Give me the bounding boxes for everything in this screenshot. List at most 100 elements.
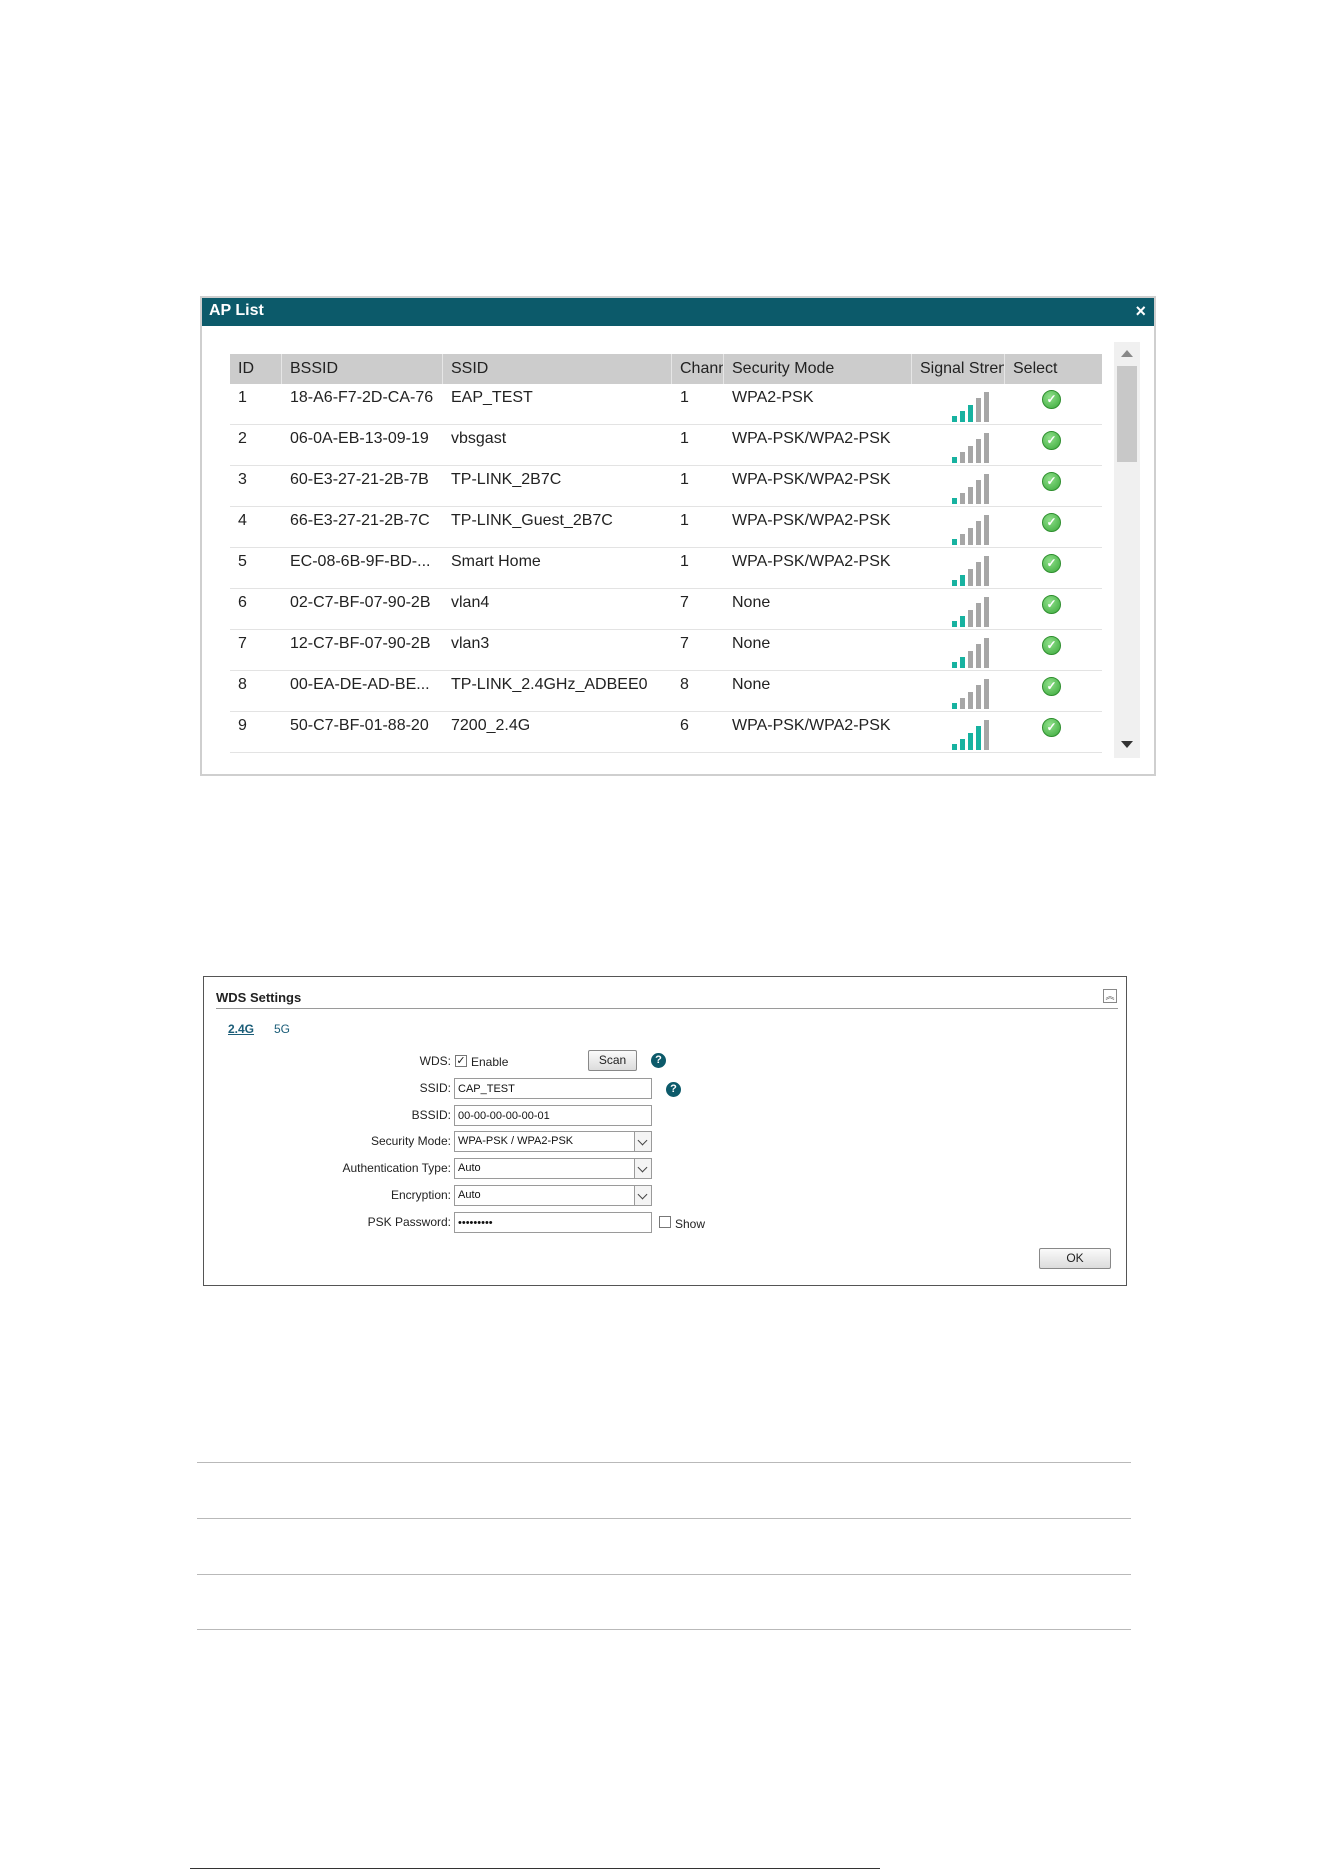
table-row[interactable]: 1 18-A6-F7-2D-CA-76 EAP_TEST 1 WPA2-PSK ✓ <box>230 384 1102 425</box>
table-row[interactable]: 6 02-C7-BF-07-90-2B vlan4 7 None ✓ <box>230 589 1102 630</box>
bssid-input[interactable] <box>454 1105 652 1126</box>
column-header-signal-strength[interactable]: Signal Stren <box>912 354 1005 384</box>
cell-id: 4 <box>238 512 247 529</box>
scroll-up-arrow-icon[interactable] <box>1121 350 1133 357</box>
cell-bssid: EC-08-6B-9F-BD-... <box>290 553 431 570</box>
table-row[interactable]: 9 50-C7-BF-01-88-20 7200_2.4G 6 WPA-PSK/WPA2… <box>230 712 1102 753</box>
cell-ssid: vlan4 <box>451 594 490 611</box>
show-password-checkbox[interactable] <box>659 1216 671 1228</box>
cell-security-mode: WPA-PSK/WPA2-PSK <box>732 430 891 447</box>
table-row[interactable]: 7 12-C7-BF-07-90-2B vlan3 7 None ✓ <box>230 630 1102 671</box>
column-header-select[interactable]: Select <box>1005 354 1102 384</box>
encryption-label: Encryption: <box>390 1188 451 1202</box>
cell-bssid: 50-C7-BF-01-88-20 <box>290 717 429 734</box>
check-circle-icon[interactable]: ✓ <box>1042 677 1061 696</box>
signal-bar <box>968 528 973 545</box>
signal-bar <box>984 392 989 422</box>
chevron-down-icon[interactable] <box>634 1159 651 1178</box>
signal-strength-icon <box>952 638 989 668</box>
scroll-down-arrow-icon[interactable] <box>1121 741 1133 748</box>
cell-security-mode: WPA-PSK/WPA2-PSK <box>732 471 891 488</box>
check-circle-icon[interactable]: ✓ <box>1042 513 1061 532</box>
wds-settings-title: WDS Settings <box>216 990 302 1005</box>
check-circle-icon[interactable]: ✓ <box>1042 431 1061 450</box>
signal-bar <box>968 733 973 750</box>
check-circle-icon[interactable]: ✓ <box>1042 636 1061 655</box>
encryption-select[interactable]: Auto <box>454 1185 652 1206</box>
column-header-channel[interactable]: Chann <box>672 354 724 384</box>
tab-5g[interactable]: 5G <box>274 1022 290 1036</box>
signal-bar <box>976 562 981 586</box>
cell-channel: 1 <box>680 430 689 447</box>
chevron-down-icon[interactable] <box>634 1132 651 1151</box>
help-icon[interactable]: ? <box>651 1053 666 1068</box>
signal-bar <box>952 416 957 422</box>
table-row[interactable]: 2 06-0A-EB-13-09-19 vbsgast 1 WPA-PSK/WPA2-P… <box>230 425 1102 466</box>
wds-enable-checkbox[interactable]: ✓ <box>455 1055 467 1067</box>
check-circle-icon[interactable]: ✓ <box>1042 390 1061 409</box>
cell-channel: 1 <box>680 471 689 488</box>
signal-bar <box>968 487 973 504</box>
signal-strength-icon <box>952 515 989 545</box>
signal-bar <box>984 720 989 750</box>
table-row[interactable]: 8 00-EA-DE-AD-BE... TP-LINK_2.4GHz_ADBEE0 8… <box>230 671 1102 712</box>
cell-id: 5 <box>238 553 247 570</box>
ok-button[interactable]: OK <box>1039 1248 1111 1269</box>
table-row[interactable]: 5 EC-08-6B-9F-BD-... Smart Home 1 WPA-PSK/WP… <box>230 548 1102 589</box>
scrollbar-thumb[interactable] <box>1117 366 1137 462</box>
wds-label: WDS: <box>419 1054 451 1068</box>
table-row[interactable]: 3 60-E3-27-21-2B-7B TP-LINK_2B7C 1 WPA-PSK/W… <box>230 466 1102 507</box>
signal-bar <box>976 685 981 709</box>
cell-bssid: 60-E3-27-21-2B-7B <box>290 471 429 488</box>
signal-bar <box>952 539 957 545</box>
signal-bar <box>960 575 965 586</box>
cell-id: 1 <box>238 389 247 406</box>
signal-bar <box>976 521 981 545</box>
cell-ssid: 7200_2.4G <box>451 717 531 734</box>
cell-security-mode: WPA2-PSK <box>732 389 814 406</box>
tab-2-4g[interactable]: 2.4G <box>228 1022 254 1036</box>
security-mode-select[interactable]: WPA-PSK / WPA2-PSK <box>454 1131 652 1152</box>
cell-id: 9 <box>238 717 247 734</box>
signal-strength-icon <box>952 474 989 504</box>
signal-bar <box>960 698 965 709</box>
check-circle-icon[interactable]: ✓ <box>1042 595 1061 614</box>
cell-security-mode: WPA-PSK/WPA2-PSK <box>732 512 891 529</box>
wds-settings-panel: WDS Settings ︽ 2.4G 5G WDS: ✓ Enable Sca… <box>203 976 1127 1286</box>
signal-bar <box>952 703 957 709</box>
chevron-down-icon[interactable] <box>634 1186 651 1205</box>
check-circle-icon[interactable]: ✓ <box>1042 554 1061 573</box>
column-header-security-mode[interactable]: Security Mode <box>724 354 912 384</box>
cell-bssid: 02-C7-BF-07-90-2B <box>290 594 431 611</box>
ap-list-scrollbar[interactable] <box>1114 342 1140 758</box>
signal-strength-icon <box>952 679 989 709</box>
authentication-type-select[interactable]: Auto <box>454 1158 652 1179</box>
signal-bar <box>968 651 973 668</box>
cell-bssid: 18-A6-F7-2D-CA-76 <box>290 389 434 406</box>
collapse-icon[interactable]: ︽ <box>1103 989 1117 1003</box>
cell-security-mode: WPA-PSK/WPA2-PSK <box>732 717 891 734</box>
check-circle-icon[interactable]: ✓ <box>1042 472 1061 491</box>
close-icon[interactable]: × <box>1135 301 1146 321</box>
signal-bar <box>960 739 965 750</box>
help-icon[interactable]: ? <box>666 1082 681 1097</box>
cell-security-mode: None <box>732 676 771 693</box>
signal-bar <box>976 480 981 504</box>
column-header-id[interactable]: ID <box>230 354 282 384</box>
column-header-ssid[interactable]: SSID <box>443 354 672 384</box>
cell-security-mode: None <box>732 635 771 652</box>
psk-password-input[interactable] <box>454 1212 652 1233</box>
column-header-bssid[interactable]: BSSID <box>282 354 443 384</box>
signal-strength-icon <box>952 556 989 586</box>
signal-bar <box>960 411 965 422</box>
table-rule <box>197 1574 1131 1575</box>
signal-bar <box>952 621 957 627</box>
cell-ssid: vbsgast <box>451 430 507 447</box>
cell-channel: 1 <box>680 389 689 406</box>
ssid-input[interactable] <box>454 1078 652 1099</box>
scan-button[interactable]: Scan <box>588 1050 637 1071</box>
cell-channel: 8 <box>680 676 689 693</box>
cell-ssid: vlan3 <box>451 635 490 652</box>
table-row[interactable]: 4 66-E3-27-21-2B-7C TP-LINK_Guest_2B7C 1 WPA… <box>230 507 1102 548</box>
check-circle-icon[interactable]: ✓ <box>1042 718 1061 737</box>
